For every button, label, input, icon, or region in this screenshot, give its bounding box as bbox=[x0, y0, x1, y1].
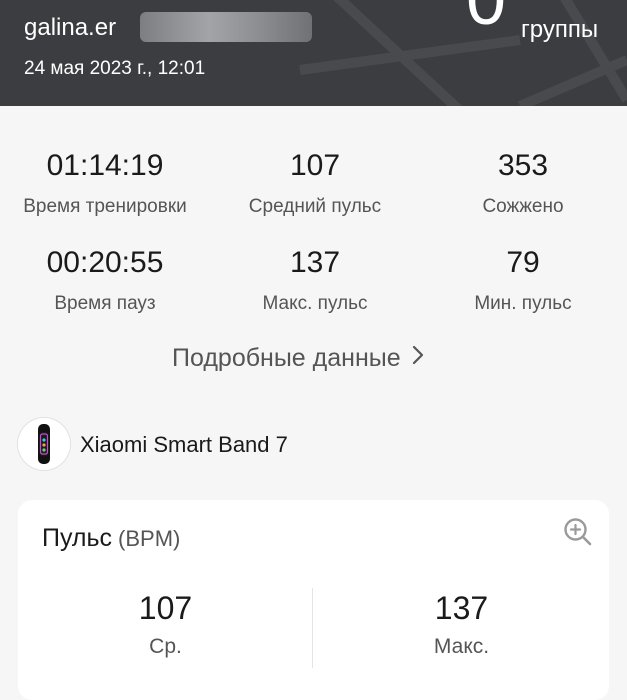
device-name: Xiaomi Smart Band 7 bbox=[80, 432, 288, 457]
stat-workout-time: 01:14:19 Время тренировки bbox=[0, 149, 210, 218]
stat-label: Мин. пульс bbox=[474, 293, 572, 314]
user-name: galina.er bbox=[24, 14, 117, 41]
zoom-in-icon[interactable] bbox=[562, 516, 594, 553]
pulse-average-label: Ср. bbox=[149, 635, 182, 658]
group-count: 0 bbox=[466, 0, 507, 40]
stat-value: 353 bbox=[497, 149, 549, 182]
details-link-label: Подробные данные bbox=[172, 344, 401, 372]
band-device-icon bbox=[18, 418, 70, 470]
pulse-average-value: 107 bbox=[138, 590, 193, 626]
redacted-blur bbox=[140, 12, 312, 42]
stat-pause-time: 00:20:55 Время пауз bbox=[0, 246, 210, 315]
stat-value: 01:14:19 bbox=[46, 149, 164, 182]
pulse-max: 137 Макс. bbox=[314, 590, 609, 659]
pulse-max-value: 137 bbox=[434, 590, 489, 626]
pulse-card-title: Пульс (BPM) bbox=[42, 524, 180, 553]
stat-value: 137 bbox=[289, 246, 341, 279]
pulse-title: Пульс bbox=[42, 524, 113, 552]
pulse-average: 107 Ср. bbox=[18, 590, 313, 659]
pulse-unit: (BPM) bbox=[118, 526, 181, 551]
stat-min-pulse: 79 Мин. пульс bbox=[418, 246, 627, 315]
stat-label: Время пауз bbox=[54, 293, 156, 314]
details-link[interactable]: Подробные данные bbox=[172, 344, 425, 373]
group-count-label: группы bbox=[521, 16, 599, 43]
stat-value: 107 bbox=[289, 149, 341, 182]
stat-avg-pulse: 107 Средний пульс bbox=[210, 149, 420, 218]
pulse-card: Пульс (BPM) 107 Ср. 137 Макс. bbox=[18, 500, 609, 700]
stat-calories: 353 Сожжено bbox=[418, 149, 627, 218]
stat-label: Средний пульс bbox=[248, 196, 382, 217]
workout-datetime: 24 мая 2023 г., 12:01 bbox=[24, 58, 206, 79]
divider bbox=[312, 588, 313, 668]
stat-max-pulse: 137 Макс. пульс bbox=[210, 246, 420, 315]
stat-label: Макс. пульс bbox=[262, 293, 368, 314]
stat-label: Сожжено bbox=[482, 196, 564, 217]
stat-value: 00:20:55 bbox=[46, 246, 164, 279]
pulse-max-label: Макс. bbox=[433, 635, 490, 658]
chevron-right-icon bbox=[411, 344, 425, 373]
stat-label: Время тренировки bbox=[23, 196, 187, 217]
workout-header: galina.er 24 мая 2023 г., 12:01 0 группы bbox=[0, 0, 627, 106]
stat-value: 79 bbox=[506, 246, 540, 279]
